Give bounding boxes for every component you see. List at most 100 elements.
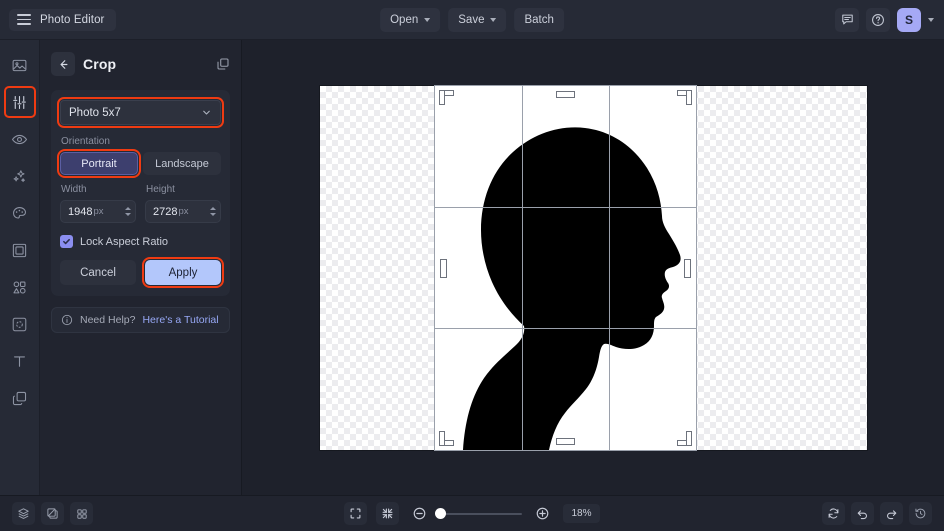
tutorial-link[interactable]: Here's a Tutorial	[142, 314, 218, 326]
rail-item-text[interactable]	[6, 347, 34, 375]
save-button-label: Save	[458, 13, 485, 26]
crop-handle-right-middle[interactable]	[685, 260, 690, 277]
aspect-ratio-value: Photo 5x7	[69, 106, 121, 119]
hamburger-icon	[17, 14, 31, 25]
grid-view-icon[interactable]	[70, 502, 93, 525]
account-chevron-down-icon[interactable]	[928, 17, 934, 22]
crop-handle-bottom-right[interactable]	[678, 432, 691, 445]
crop-handle-top-right[interactable]	[678, 91, 691, 104]
layers-stack-icon[interactable]	[12, 502, 35, 525]
batch-button[interactable]: Batch	[514, 7, 564, 32]
stepper-up-icon[interactable]	[210, 207, 216, 210]
panel-header: Crop	[51, 52, 230, 76]
bottombar-left	[0, 502, 93, 525]
topbar-right: S	[835, 7, 944, 32]
top-toolbar: Photo Editor Open Save Batch S	[0, 0, 944, 40]
zoom-out-icon[interactable]	[408, 502, 431, 525]
comment-icon[interactable]	[835, 7, 859, 32]
crop-handle-top-center[interactable]	[557, 92, 574, 97]
rail-item-shapes[interactable]	[6, 273, 34, 301]
image-stage[interactable]	[320, 85, 867, 451]
open-button-label: Open	[390, 13, 419, 26]
grid-horizontal-1	[435, 207, 696, 208]
help-text: Need Help?	[80, 314, 136, 326]
crop-panel: Crop Photo 5x7 Orientation Portrait Land…	[40, 40, 242, 495]
avatar[interactable]: S	[897, 7, 921, 32]
redo-icon[interactable]	[880, 502, 903, 525]
duplicate-icon[interactable]	[216, 57, 230, 71]
app-title: Photo Editor	[40, 13, 105, 26]
bottombar-right	[822, 502, 944, 525]
grid-vertical-1	[522, 86, 523, 450]
compare-icon[interactable]	[41, 502, 64, 525]
app-menu-button[interactable]: Photo Editor	[9, 8, 116, 31]
crop-handle-bottom-center[interactable]	[557, 439, 574, 444]
canvas-area[interactable]	[242, 40, 944, 495]
height-input[interactable]: 2728 px	[145, 200, 221, 223]
zoom-slider-handle[interactable]	[435, 508, 446, 519]
topbar-left: Photo Editor	[0, 8, 116, 31]
shrink-icon[interactable]	[376, 502, 399, 525]
width-label: Width	[61, 184, 87, 195]
aspect-ratio-select[interactable]: Photo 5x7	[57, 97, 224, 128]
orientation-portrait-button[interactable]: Portrait	[57, 149, 141, 178]
stepper-down-icon[interactable]	[210, 213, 216, 216]
stepper-up-icon[interactable]	[125, 207, 131, 210]
crop-overlay[interactable]	[434, 85, 697, 451]
save-button[interactable]: Save	[448, 7, 507, 32]
open-button[interactable]: Open	[380, 7, 441, 32]
lock-aspect-ratio-label: Lock Aspect Ratio	[80, 235, 169, 248]
rail-item-image[interactable]	[6, 51, 34, 79]
action-buttons: Cancel Apply	[60, 257, 224, 288]
fit-screen-icon[interactable]	[344, 502, 367, 525]
crop-handle-top-left[interactable]	[440, 91, 453, 104]
grid-horizontal-2	[435, 328, 696, 329]
help-tutorial-banner[interactable]: Need Help? Here's a Tutorial	[51, 307, 230, 333]
rail-item-palette[interactable]	[6, 199, 34, 227]
crop-handle-left-middle[interactable]	[441, 260, 446, 277]
history-icon[interactable]	[909, 502, 932, 525]
stepper-down-icon[interactable]	[125, 213, 131, 216]
back-arrow-icon[interactable]	[51, 52, 75, 76]
info-icon	[61, 314, 73, 326]
orientation-landscape-button[interactable]: Landscape	[143, 152, 221, 175]
width-field-group: Width 1948 px	[60, 184, 136, 223]
grid-vertical-2	[609, 86, 610, 450]
rotate-icon[interactable]	[822, 502, 845, 525]
height-field-group: Height 2728 px	[145, 184, 221, 223]
zoom-in-icon[interactable]	[531, 502, 554, 525]
undo-icon[interactable]	[851, 502, 874, 525]
tool-rail	[0, 40, 40, 495]
check-icon	[63, 238, 70, 245]
help-icon[interactable]	[866, 7, 890, 32]
chevron-down-icon	[424, 17, 431, 22]
rail-item-layers[interactable]	[6, 384, 34, 412]
cancel-button[interactable]: Cancel	[60, 260, 136, 285]
zoom-slider[interactable]	[435, 508, 522, 519]
zoom-level[interactable]: 18%	[563, 504, 600, 523]
lock-aspect-ratio-checkbox[interactable]	[60, 235, 73, 248]
lock-aspect-ratio-row[interactable]: Lock Aspect Ratio	[60, 235, 221, 248]
height-value: 2728	[153, 205, 178, 218]
rail-item-retouch[interactable]	[6, 310, 34, 338]
photo-editor-app: Photo Editor Open Save Batch S Crop Phot…	[0, 0, 944, 531]
dimensions-row: Width 1948 px Height 2728 px	[60, 184, 221, 223]
rail-item-adjustments[interactable]	[3, 86, 36, 118]
page-title: Crop	[83, 56, 117, 72]
rail-item-eye[interactable]	[6, 125, 34, 153]
bottom-toolbar: 18%	[0, 495, 944, 531]
chevron-down-icon	[203, 110, 210, 115]
rail-item-sparkle[interactable]	[6, 162, 34, 190]
height-stepper[interactable]	[210, 207, 216, 216]
height-label: Height	[146, 184, 175, 195]
width-stepper[interactable]	[125, 207, 131, 216]
rail-item-frame[interactable]	[6, 236, 34, 264]
app-body: Crop Photo 5x7 Orientation Portrait Land…	[0, 40, 944, 495]
width-input[interactable]: 1948 px	[60, 200, 136, 223]
chevron-down-icon	[490, 17, 497, 22]
orientation-label: Orientation	[61, 136, 110, 147]
height-unit: px	[178, 206, 189, 217]
crop-handle-bottom-left[interactable]	[440, 432, 453, 445]
zoom-controls: 18%	[344, 502, 600, 525]
apply-button[interactable]: Apply	[142, 257, 224, 288]
